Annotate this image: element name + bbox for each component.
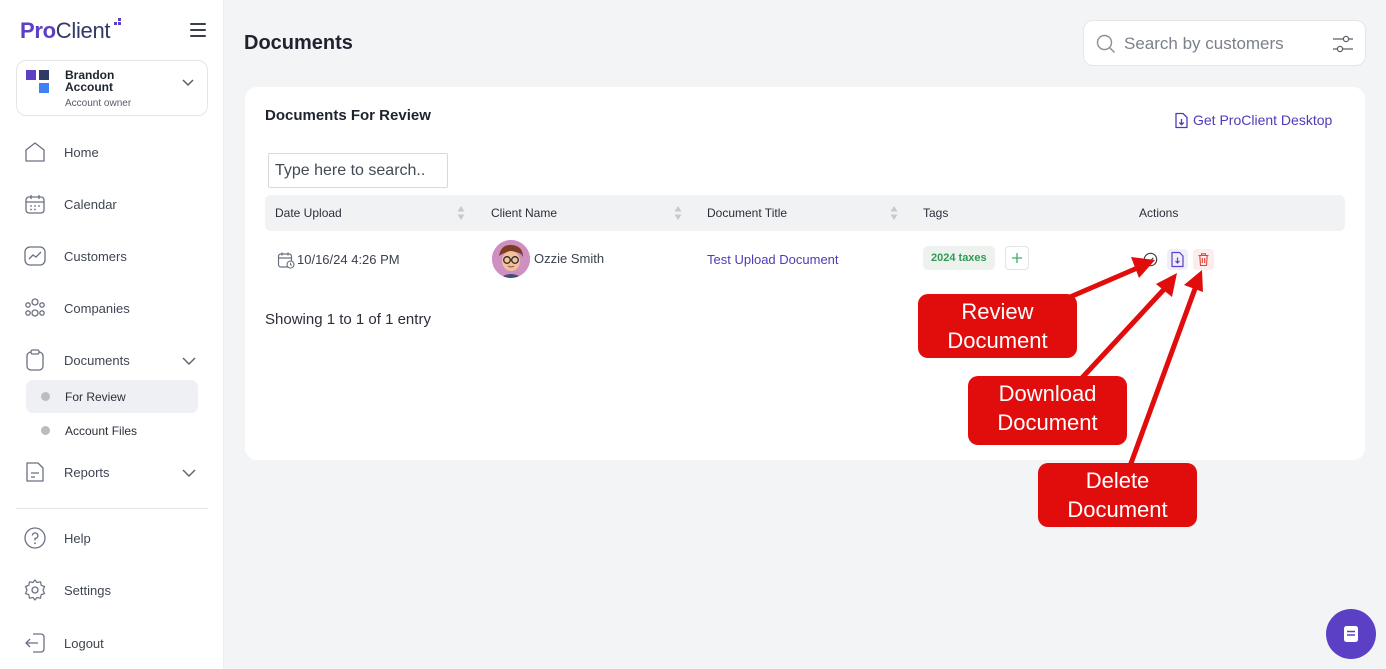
sidebar-item-label: Reports bbox=[64, 465, 110, 480]
hamburger-menu-icon[interactable] bbox=[190, 23, 206, 37]
brand-logo-pro: Pro bbox=[20, 18, 56, 43]
column-header-tags: Tags bbox=[923, 206, 949, 220]
sort-icon[interactable] bbox=[674, 204, 682, 222]
cell-date-upload: 10/16/24 4:26 PM bbox=[297, 252, 400, 267]
sort-icon[interactable] bbox=[890, 204, 898, 222]
table-search-input[interactable] bbox=[268, 153, 448, 188]
sidebar-subitem-account-files[interactable]: Account Files bbox=[26, 414, 198, 447]
callout-review-document: Review Document bbox=[918, 294, 1077, 358]
account-role: Account owner bbox=[65, 98, 132, 109]
sidebar-item-label: Calendar bbox=[64, 197, 117, 212]
callout-delete-document: Delete Document bbox=[1038, 463, 1197, 527]
help-icon bbox=[24, 527, 46, 549]
download-file-icon bbox=[1175, 112, 1188, 129]
sidebar-item-companies[interactable]: Companies bbox=[16, 288, 208, 328]
home-icon bbox=[25, 142, 45, 162]
check-circle-icon bbox=[1143, 252, 1158, 267]
sidebar-subitem-label: Account Files bbox=[65, 424, 138, 438]
table-footer-info: Showing 1 to 1 of 1 entry bbox=[265, 311, 431, 328]
sidebar-item-label: Customers bbox=[64, 249, 127, 264]
sidebar-item-label: Logout bbox=[64, 636, 104, 651]
table-header: Date Upload Client Name Document Title T… bbox=[265, 195, 1345, 231]
sidebar-item-calendar[interactable]: Calendar bbox=[16, 184, 208, 224]
avatar bbox=[492, 240, 530, 278]
column-header-date-upload[interactable]: Date Upload bbox=[275, 206, 342, 220]
sidebar-item-label: Home bbox=[64, 145, 99, 160]
search-icon bbox=[1096, 34, 1115, 53]
brand-logo-client: Client bbox=[55, 18, 111, 43]
calendar-icon bbox=[25, 195, 45, 214]
tag-badge: 2024 taxes bbox=[923, 246, 995, 270]
filter-sliders-icon[interactable] bbox=[1332, 34, 1354, 54]
support-chat-button[interactable] bbox=[1326, 609, 1376, 659]
chevron-down-icon bbox=[182, 79, 194, 87]
sidebar-item-settings[interactable]: Settings bbox=[16, 570, 208, 610]
download-document-button[interactable] bbox=[1167, 249, 1188, 270]
sort-icon[interactable] bbox=[457, 204, 465, 222]
calendar-clock-icon bbox=[277, 252, 295, 269]
column-header-actions: Actions bbox=[1139, 206, 1179, 220]
cell-client-name: Ozzie Smith bbox=[534, 251, 605, 266]
bullet-dot-icon bbox=[41, 426, 50, 435]
bullet-dot-icon bbox=[41, 392, 50, 401]
review-document-button[interactable] bbox=[1140, 249, 1161, 270]
plus-icon bbox=[1012, 253, 1022, 263]
get-desktop-link-label: Get ProClient Desktop bbox=[1193, 112, 1333, 128]
chevron-down-icon bbox=[182, 357, 196, 365]
document-title-link[interactable]: Test Upload Document bbox=[707, 252, 839, 267]
sidebar-item-logout[interactable]: Logout bbox=[16, 623, 208, 663]
column-header-client-name[interactable]: Client Name bbox=[491, 206, 557, 220]
column-header-document-title[interactable]: Document Title bbox=[707, 206, 787, 220]
callout-download-document: Download Document bbox=[968, 376, 1127, 445]
chart-line-icon bbox=[24, 246, 46, 266]
sidebar: ProClient Brandon Account Account owner … bbox=[0, 0, 224, 669]
card-title: Documents For Review bbox=[265, 107, 431, 124]
account-switcher[interactable]: Brandon Account Account owner bbox=[16, 60, 208, 116]
brand-logo[interactable]: ProClient bbox=[20, 18, 111, 44]
sidebar-item-help[interactable]: Help bbox=[16, 518, 208, 558]
sidebar-subitem-for-review[interactable]: For Review bbox=[26, 380, 198, 413]
report-icon bbox=[26, 462, 44, 482]
documents-review-card: Documents For Review Get ProClient Deskt… bbox=[245, 87, 1365, 460]
chevron-down-icon bbox=[182, 469, 196, 477]
sidebar-item-customers[interactable]: Customers bbox=[16, 236, 208, 276]
customer-search-input[interactable] bbox=[1124, 32, 1324, 56]
logout-icon bbox=[25, 633, 45, 653]
customer-search bbox=[1083, 20, 1366, 66]
sidebar-item-documents[interactable]: Documents bbox=[16, 340, 208, 380]
add-tag-button[interactable] bbox=[1005, 246, 1029, 270]
gear-icon bbox=[24, 579, 46, 601]
account-logo-icon bbox=[26, 70, 50, 94]
download-file-icon bbox=[1171, 251, 1184, 268]
clipboard-icon bbox=[26, 349, 44, 371]
account-name: Brandon Account bbox=[65, 68, 115, 94]
sidebar-subitem-label: For Review bbox=[65, 390, 126, 404]
sidebar-divider bbox=[16, 508, 208, 509]
document-icon bbox=[1344, 626, 1358, 642]
delete-document-button[interactable] bbox=[1193, 249, 1214, 270]
sidebar-item-label: Settings bbox=[64, 583, 111, 598]
companies-icon bbox=[25, 298, 45, 317]
sidebar-item-label: Companies bbox=[64, 301, 130, 316]
sidebar-item-home[interactable]: Home bbox=[16, 132, 208, 172]
trash-icon bbox=[1198, 253, 1209, 267]
logo-dots-icon bbox=[114, 18, 122, 26]
sidebar-item-reports[interactable]: Reports bbox=[16, 452, 208, 492]
sidebar-item-label: Documents bbox=[64, 353, 130, 368]
page-title: Documents bbox=[244, 32, 353, 54]
sidebar-item-label: Help bbox=[64, 531, 91, 546]
